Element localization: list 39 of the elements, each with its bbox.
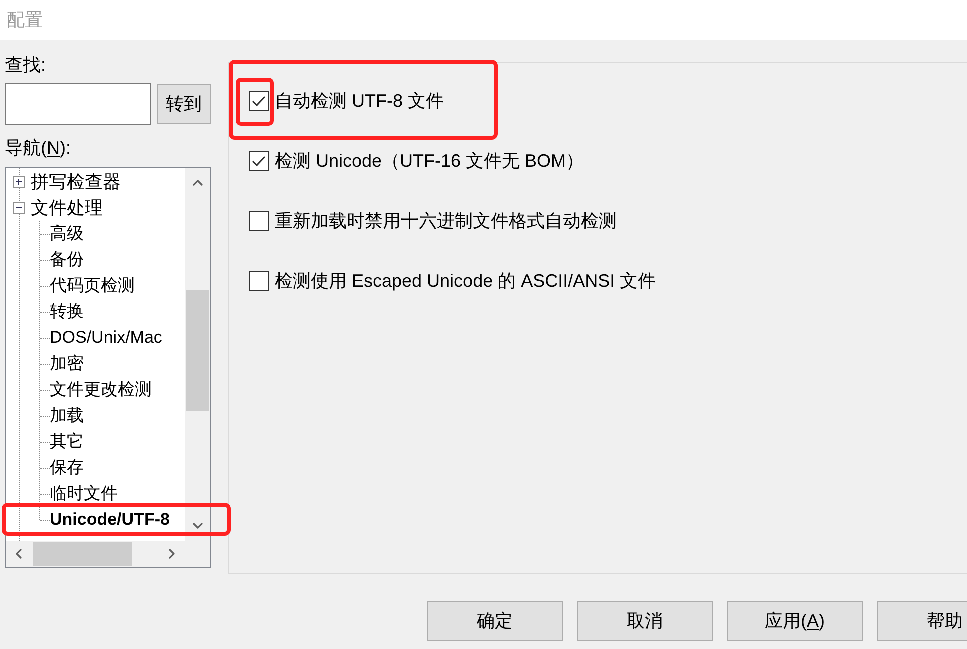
option-label: 检测 Unicode（UTF-16 文件无 BOM）: [275, 150, 584, 172]
checkbox[interactable]: [249, 151, 269, 171]
search-field[interactable]: [5, 83, 151, 125]
option-label: 自动检测 UTF-8 文件: [275, 90, 444, 112]
tree-item[interactable]: 拼写检查器: [31, 170, 121, 194]
tree-item[interactable]: 保存: [50, 456, 84, 480]
go-button[interactable]: 转到: [157, 84, 211, 124]
scrollbar-thumb[interactable]: [186, 290, 209, 411]
tree-item[interactable]: 备份: [50, 248, 84, 272]
tree-item[interactable]: 文件更改检测: [50, 378, 152, 402]
navigation-label: 导航(N):: [5, 137, 71, 159]
checkbox[interactable]: [249, 271, 269, 291]
tree-item[interactable]: DOS/Unix/Mac: [50, 326, 162, 350]
dialog-button[interactable]: 应用(A): [727, 601, 863, 641]
tree-item[interactable]: 高级: [50, 222, 84, 246]
search-label: 查找:: [5, 54, 46, 76]
horizontal-scrollbar[interactable]: [6, 541, 185, 567]
dialog-button[interactable]: 取消: [577, 601, 713, 641]
collapse-box-icon[interactable]: [13, 202, 25, 214]
window-title: 配置: [7, 9, 43, 31]
tree-item[interactable]: 加载: [50, 404, 84, 428]
tree-item[interactable]: 文件处理: [31, 196, 103, 220]
tree-item[interactable]: 转换: [50, 300, 84, 324]
checkmark-icon: [252, 156, 266, 166]
tree-item[interactable]: 代码页检测: [50, 274, 135, 298]
option-label: 检测使用 Escaped Unicode 的 ASCII/ANSI 文件: [275, 270, 656, 292]
tree-item[interactable]: 临时文件: [50, 482, 118, 506]
checkbox[interactable]: [249, 91, 269, 111]
vertical-scrollbar[interactable]: [185, 168, 210, 541]
tree-item[interactable]: Unicode/UTF-8: [50, 508, 170, 532]
dialog-button[interactable]: 帮助: [877, 601, 967, 641]
checkmark-icon: [252, 96, 266, 106]
expand-box-icon[interactable]: [13, 176, 25, 188]
scrollbar-thumb[interactable]: [33, 542, 132, 566]
dialog-button[interactable]: 确定: [427, 601, 563, 641]
tree-item[interactable]: 其它: [50, 430, 84, 454]
option-label: 重新加载时禁用十六进制文件格式自动检测: [275, 210, 617, 232]
tree-item[interactable]: 加密: [50, 352, 84, 376]
checkbox[interactable]: [249, 211, 269, 231]
